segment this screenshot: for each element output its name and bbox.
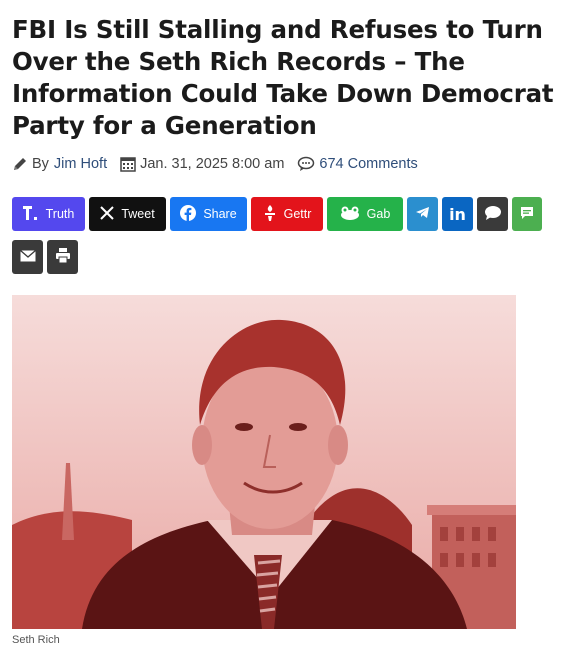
- email-icon: [19, 249, 36, 265]
- facebook-icon: [180, 204, 197, 224]
- sms-message-icon: [520, 206, 534, 223]
- calendar-icon: [120, 156, 136, 172]
- print-button[interactable]: [47, 240, 78, 274]
- x-logo-icon: [100, 205, 115, 223]
- share-sms-button[interactable]: [512, 197, 542, 231]
- gettr-icon: [263, 204, 277, 225]
- share-truth-button[interactable]: Truth: [12, 197, 85, 231]
- share-tweet-label: Tweet: [121, 207, 155, 221]
- share-telegram-button[interactable]: [407, 197, 438, 231]
- share-comment-button[interactable]: [477, 197, 508, 231]
- share-tweet-button[interactable]: Tweet: [89, 197, 166, 231]
- print-icon: [55, 248, 71, 266]
- pencil-icon: [12, 156, 28, 172]
- article-photo: [12, 295, 516, 629]
- truth-social-icon: [22, 205, 39, 223]
- telegram-icon: [415, 206, 430, 222]
- comments-link[interactable]: 674 Comments: [319, 156, 417, 172]
- comments-icon: [297, 156, 315, 172]
- publish-date: Jan. 31, 2025 8:00 am: [140, 156, 285, 172]
- article-meta: By Jim Hoft Jan. 31, 2025 8:00 am 674 Co…: [12, 154, 418, 174]
- share-gettr-button[interactable]: Gettr: [251, 197, 323, 231]
- headline-line-4: Party for a Generation: [12, 111, 317, 140]
- share-facebook-label: Share: [203, 207, 237, 221]
- speech-bubble-icon: [484, 205, 502, 224]
- headline-line-3: Information Could Take Down Democrat: [12, 79, 554, 108]
- image-caption: Seth Rich: [12, 634, 60, 646]
- share-gab-label: Gab: [366, 207, 391, 221]
- share-facebook-button[interactable]: Share: [170, 197, 247, 231]
- linkedin-icon: in: [449, 204, 466, 224]
- author-link[interactable]: Jim Hoft: [54, 156, 107, 172]
- article-headline: FBI Is Still Stalling and Refuses to Tur…: [12, 14, 564, 142]
- byline-prefix: By: [32, 156, 49, 172]
- share-truth-label: Truth: [45, 207, 75, 221]
- headline-line-2: Over the Seth Rich Records – The: [12, 47, 465, 76]
- gab-frog-icon: [340, 206, 360, 223]
- share-gettr-label: Gettr: [283, 207, 312, 221]
- share-gab-button[interactable]: Gab: [327, 197, 403, 231]
- headline-line-1: FBI Is Still Stalling and Refuses to Tur…: [12, 15, 543, 44]
- share-linkedin-button[interactable]: in: [442, 197, 473, 231]
- share-email-button[interactable]: [12, 240, 43, 274]
